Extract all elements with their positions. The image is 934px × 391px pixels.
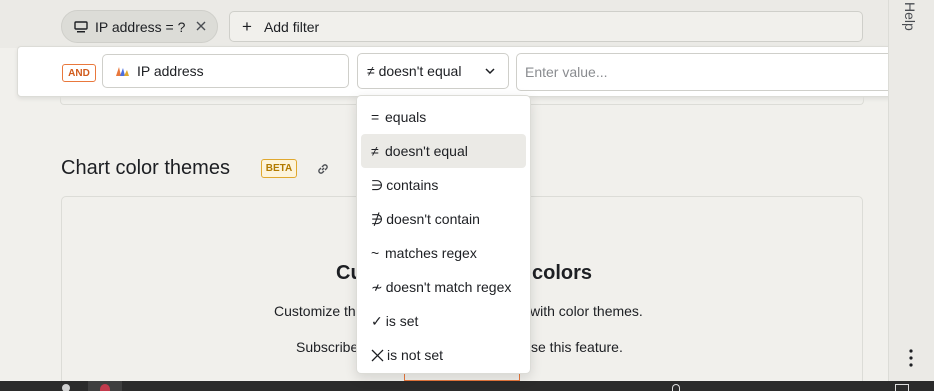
right-sidebar xyxy=(888,0,934,391)
cross-icon xyxy=(371,349,384,361)
add-filter-label: Add filter xyxy=(263,18,320,35)
contains-icon: ∋ xyxy=(371,176,384,193)
property-select[interactable]: IP address xyxy=(102,54,349,88)
filter-editor: AND IP address ≠ doesn't equal xyxy=(17,46,926,97)
property-icon xyxy=(116,67,129,76)
property-label: IP address xyxy=(137,63,204,79)
menu-item-label: is not set xyxy=(387,347,444,363)
menu-item-equals[interactable]: = equals xyxy=(361,100,526,134)
operator-dropdown-menu: = equals ≠ doesn't equal ∋ contains ∌ doesn'… xyxy=(356,95,531,374)
menu-item-label: matches regex xyxy=(385,245,477,261)
taskbar-tray-icon[interactable] xyxy=(672,384,680,391)
menu-item-label: doesn't equal xyxy=(385,143,468,159)
menu-item-matches-regex[interactable]: ~ matches regex xyxy=(361,236,526,270)
taskbar-notification-icon[interactable] xyxy=(895,384,909,391)
help-tab[interactable]: Help xyxy=(902,2,918,31)
not-contains-icon: ∌ xyxy=(371,210,384,227)
taskbar-search-icon[interactable] xyxy=(62,384,70,391)
monitor-icon xyxy=(74,20,88,32)
more-options-icon[interactable] xyxy=(904,348,918,368)
close-icon[interactable] xyxy=(193,18,209,34)
menu-item-doesnt-equal[interactable]: ≠ doesn't equal xyxy=(361,134,526,168)
menu-item-label: equals xyxy=(385,109,427,125)
not-equal-icon: ≠ xyxy=(371,143,379,159)
regex-icon: ~ xyxy=(371,245,380,261)
card-cta-edge xyxy=(404,374,520,381)
menu-item-doesnt-contain[interactable]: ∌ doesn't contain xyxy=(361,202,526,236)
os-taskbar xyxy=(0,381,934,391)
add-filter-button[interactable]: + Add filter xyxy=(229,11,863,42)
equals-icon: = xyxy=(371,109,380,125)
card-sub-right: se this feature. xyxy=(531,339,623,355)
chevron-down-icon xyxy=(485,68,495,75)
taskbar-app-icon xyxy=(100,384,110,391)
link-icon[interactable] xyxy=(315,161,331,177)
beta-badge: BETA xyxy=(261,159,297,178)
card-sub-left: Subscribe xyxy=(296,339,359,355)
operator-select[interactable]: ≠ doesn't equal xyxy=(357,53,509,89)
not-regex-icon: ≁ xyxy=(371,278,383,295)
filter-chip-label: IP address = ? xyxy=(95,18,186,35)
menu-item-label: is set xyxy=(385,313,419,329)
section-title: Chart color themes xyxy=(61,157,230,179)
card-desc-left: Customize th xyxy=(274,303,356,319)
operator-label: ≠ doesn't equal xyxy=(367,63,462,79)
menu-item-label: doesn't match regex xyxy=(385,279,512,295)
card-desc-right: with color themes. xyxy=(530,303,643,319)
menu-item-doesnt-match-regex[interactable]: ≁ doesn't match regex xyxy=(361,270,526,304)
menu-item-label: contains xyxy=(386,177,439,193)
plus-icon: + xyxy=(242,17,252,36)
menu-item-is-not-set[interactable]: is not set xyxy=(361,338,526,372)
menu-item-contains[interactable]: ∋ contains xyxy=(361,168,526,202)
menu-item-is-set[interactable]: ✓ is set xyxy=(361,304,526,338)
check-icon: ✓ xyxy=(371,312,383,329)
card-title-right: colors xyxy=(532,262,593,284)
filter-chip[interactable]: IP address = ? xyxy=(61,10,218,43)
menu-item-label: doesn't contain xyxy=(386,211,480,227)
logic-badge[interactable]: AND xyxy=(62,64,96,82)
value-input[interactable] xyxy=(516,53,922,91)
